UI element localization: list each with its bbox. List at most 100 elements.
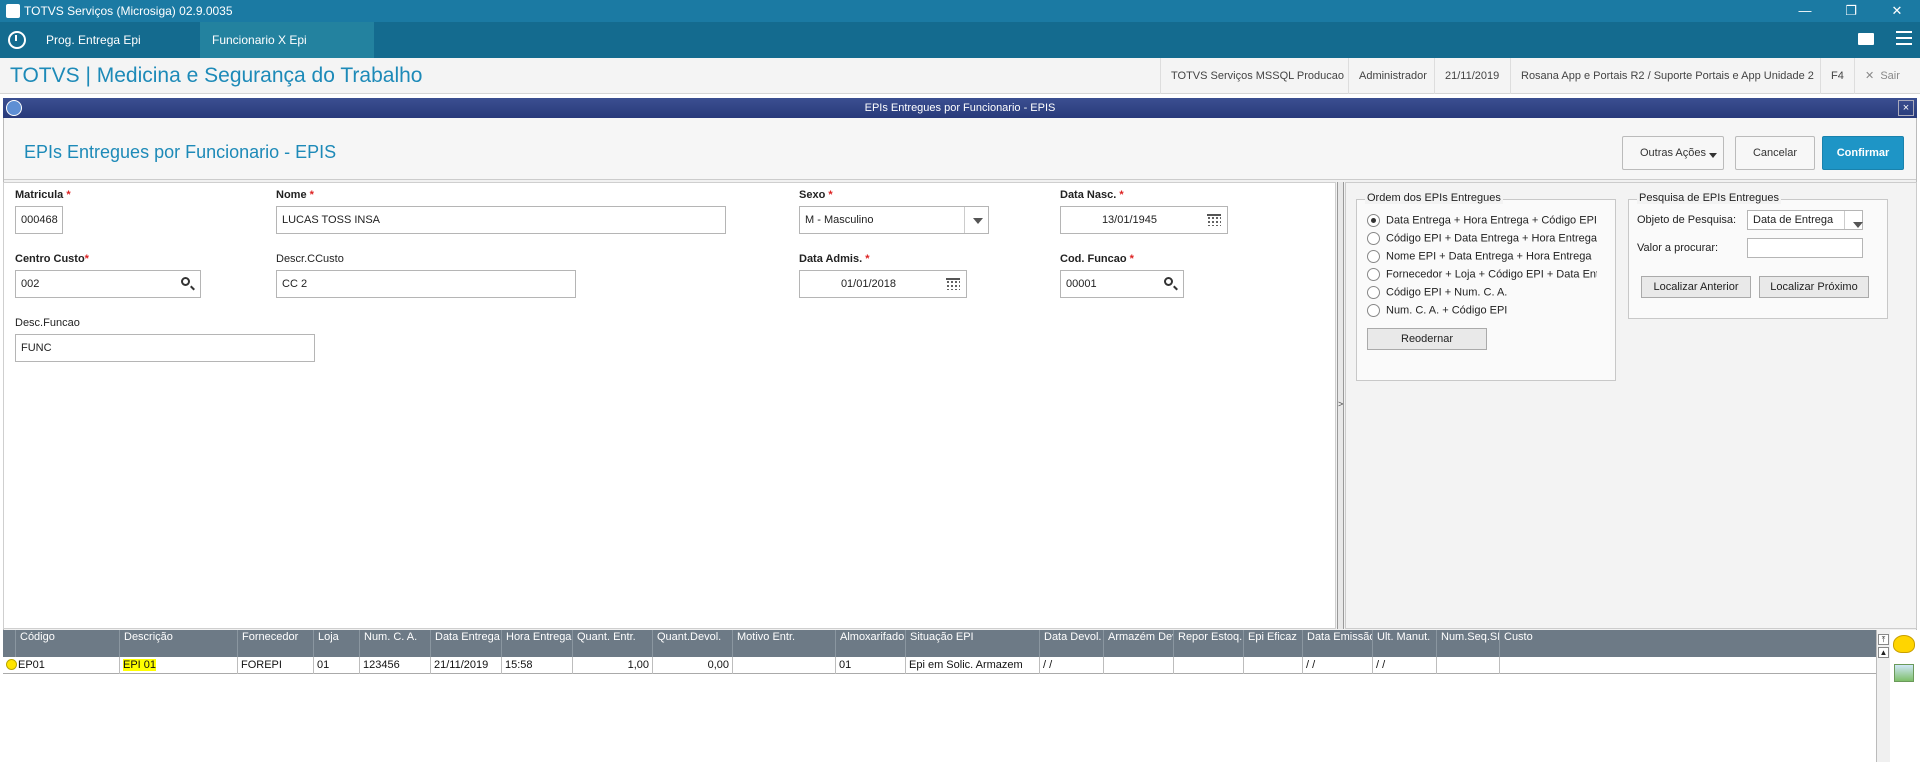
shortcut-label[interactable]: F4 <box>1820 58 1854 94</box>
column-header[interactable]: Repor Estoq. <box>1173 630 1243 657</box>
search-icon[interactable] <box>1159 271 1183 297</box>
order-option-5[interactable]: Código EPI + Num. C. A. <box>1367 286 1507 299</box>
cell-ult-manut[interactable]: / / <box>1372 657 1436 674</box>
radio-selected-icon[interactable] <box>1367 214 1380 227</box>
data-nasc-field[interactable]: 13/01/1945 <box>1060 206 1228 234</box>
calendar-icon[interactable] <box>1203 207 1227 233</box>
cell-data-devol[interactable]: / / <box>1039 657 1103 674</box>
radio-icon[interactable] <box>1367 250 1380 263</box>
table-row[interactable]: EP01 EPI 01 FOREPI 01 123456 21/11/2019 … <box>3 657 1883 674</box>
column-header[interactable]: Hora Entrega <box>501 630 572 657</box>
scroll-up-icon[interactable]: ▲ <box>1878 647 1889 658</box>
environment-label[interactable]: TOTVS Serviços MSSQL Producao <box>1160 58 1354 94</box>
cod-funcao-field[interactable]: 00001 <box>1060 270 1184 298</box>
order-option-4[interactable]: Fornecedor + Loja + Código EPI + Data En… <box>1367 268 1597 281</box>
chevron-down-icon[interactable] <box>1844 211 1863 229</box>
home-icon[interactable] <box>8 31 26 49</box>
user-label[interactable]: Administrador <box>1348 58 1437 94</box>
more-actions-button[interactable]: Outras Ações <box>1622 136 1724 170</box>
cell-fornecedor[interactable]: FOREPI <box>237 657 313 674</box>
order-option-6[interactable]: Num. C. A. + Código EPI <box>1367 304 1507 317</box>
column-header[interactable]: Quant. Entr. <box>572 630 652 657</box>
column-header[interactable]: Num.Seq.SD3 <box>1436 630 1499 657</box>
column-header[interactable]: Data Entrega <box>430 630 501 657</box>
centro-custo-field[interactable]: 002 <box>15 270 201 298</box>
order-option-1[interactable]: Data Entrega + Hora Entrega + Código EPI <box>1367 214 1597 227</box>
chevron-down-icon[interactable] <box>964 207 988 233</box>
find-next-button[interactable]: Localizar Próximo <box>1759 276 1869 298</box>
matricula-field[interactable]: 000468 <box>15 206 63 234</box>
order-option-3[interactable]: Nome EPI + Data Entrega + Hora Entrega <box>1367 250 1591 263</box>
menu-icon[interactable] <box>1896 31 1912 45</box>
column-header[interactable]: Epi Eficaz <box>1243 630 1302 657</box>
radio-icon[interactable] <box>1367 286 1380 299</box>
reorder-button[interactable]: Reodernar <box>1367 328 1487 350</box>
radio-icon[interactable] <box>1367 232 1380 245</box>
date-label[interactable]: 21/11/2019 <box>1434 58 1509 94</box>
tab-prog-entrega-epi[interactable]: Prog. Entrega Epi [02.9.0035]× <box>34 22 200 83</box>
cell-quant-devol[interactable]: 0,00 <box>652 657 732 674</box>
cell-loja[interactable]: 01 <box>313 657 359 674</box>
column-header[interactable]: Data Emissão <box>1302 630 1372 657</box>
panel-splitter[interactable]: > <box>1337 182 1344 629</box>
column-header[interactable]: Loja <box>313 630 359 657</box>
cell-hora-entrega[interactable]: 15:58 <box>501 657 572 674</box>
column-header[interactable]: Situação EPI <box>905 630 1039 657</box>
column-header[interactable]: Código <box>15 630 119 657</box>
radio-icon[interactable] <box>1367 304 1380 317</box>
exit-button[interactable]: ✕ Sair <box>1854 58 1920 94</box>
branch-label[interactable]: Rosana App e Portais R2 / Suporte Portai… <box>1510 58 1824 94</box>
cell-num-ca[interactable]: 123456 <box>359 657 430 674</box>
cell-situacao-epi[interactable]: Epi em Solic. Armazem <box>905 657 1039 674</box>
mail-icon[interactable] <box>1858 33 1874 45</box>
search-value-label: Valor a procurar: <box>1637 242 1719 254</box>
search-icon[interactable] <box>176 271 200 297</box>
radio-icon[interactable] <box>1367 268 1380 281</box>
scroll-top-icon[interactable]: ⤒ <box>1878 634 1889 645</box>
dialog-close-button[interactable]: × <box>1898 100 1914 116</box>
column-header[interactable]: Ult. Manut. <box>1372 630 1436 657</box>
cell-almoxarifado[interactable]: 01 <box>835 657 905 674</box>
legend-icon[interactable] <box>1893 635 1915 653</box>
desc-funcao-field[interactable]: FUNC <box>15 334 315 362</box>
column-header[interactable]: Custo <box>1499 630 1539 657</box>
minimize-button[interactable]: — <box>1782 0 1828 22</box>
cell-custo[interactable] <box>1499 657 1539 674</box>
column-header[interactable]: Data Devol. <box>1039 630 1103 657</box>
cell-motivo-entr[interactable] <box>732 657 835 674</box>
close-window-button[interactable]: ✕ <box>1874 0 1920 22</box>
cell-data-entrega[interactable]: 21/11/2019 <box>430 657 501 674</box>
cell-epi-eficaz[interactable] <box>1243 657 1302 674</box>
order-option-2[interactable]: Código EPI + Data Entrega + Hora Entrega <box>1367 232 1597 245</box>
column-header[interactable]: Almoxarifado <box>835 630 905 657</box>
column-header[interactable]: Motivo Entr. <box>732 630 835 657</box>
app-title: TOTVS | Medicina e Segurança do Trabalho <box>10 64 423 87</box>
restore-button[interactable]: ❐ <box>1828 0 1874 22</box>
cell-armazem-dev[interactable] <box>1103 657 1173 674</box>
column-header[interactable]: Quant.Devol. <box>652 630 732 657</box>
cell-num-seq-sd3[interactable] <box>1436 657 1499 674</box>
nome-field[interactable]: LUCAS TOSS INSA <box>276 206 726 234</box>
cell-descricao[interactable]: EPI 01 <box>119 657 237 674</box>
image-icon[interactable] <box>1894 664 1914 682</box>
descr-ccusto-field[interactable]: CC 2 <box>276 270 576 298</box>
cancel-button[interactable]: Cancelar <box>1735 136 1815 170</box>
cell-codigo[interactable]: EP01 <box>15 657 119 674</box>
sexo-select[interactable]: M - Masculino <box>799 206 989 234</box>
confirm-button[interactable]: Confirmar <box>1822 136 1904 170</box>
cell-quant-entr[interactable]: 1,00 <box>572 657 652 674</box>
find-previous-button[interactable]: Localizar Anterior <box>1641 276 1751 298</box>
cell-data-emissao[interactable]: / / <box>1302 657 1372 674</box>
column-header[interactable]: Descrição <box>119 630 237 657</box>
cell-repor-estoq[interactable] <box>1173 657 1243 674</box>
data-admis-field[interactable]: 01/01/2018 <box>799 270 967 298</box>
search-value-input[interactable] <box>1747 238 1863 258</box>
expand-arrow-icon[interactable]: > <box>1338 399 1343 409</box>
grid-header: Código Descrição Fornecedor Loja Num. C.… <box>3 630 1883 657</box>
column-header[interactable]: Armazém Dev. <box>1103 630 1173 657</box>
search-object-select[interactable]: Data de Entrega <box>1747 210 1863 230</box>
tab-funcionario-x-epi[interactable]: Funcionario X Epi [02.9.0035]× <box>200 22 374 83</box>
calendar-icon[interactable] <box>942 271 966 297</box>
column-header[interactable]: Num. C. A. <box>359 630 430 657</box>
grid-scrollbar[interactable]: ⤒ ▲ <box>1876 630 1890 762</box>
